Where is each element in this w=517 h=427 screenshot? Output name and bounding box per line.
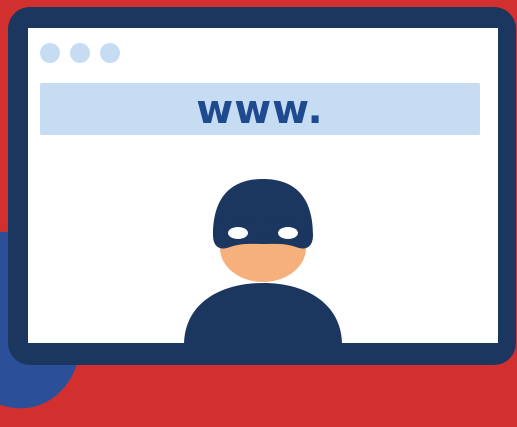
window-controls bbox=[40, 43, 120, 63]
browser-viewport: www. bbox=[28, 28, 498, 343]
address-bar: www. bbox=[40, 83, 480, 135]
window-dot-icon bbox=[70, 43, 90, 63]
masked-hacker-icon bbox=[178, 155, 348, 343]
window-dot-icon bbox=[100, 43, 120, 63]
browser-window: www. bbox=[8, 7, 516, 365]
window-dot-icon bbox=[40, 43, 60, 63]
address-bar-text: www. bbox=[196, 87, 324, 133]
